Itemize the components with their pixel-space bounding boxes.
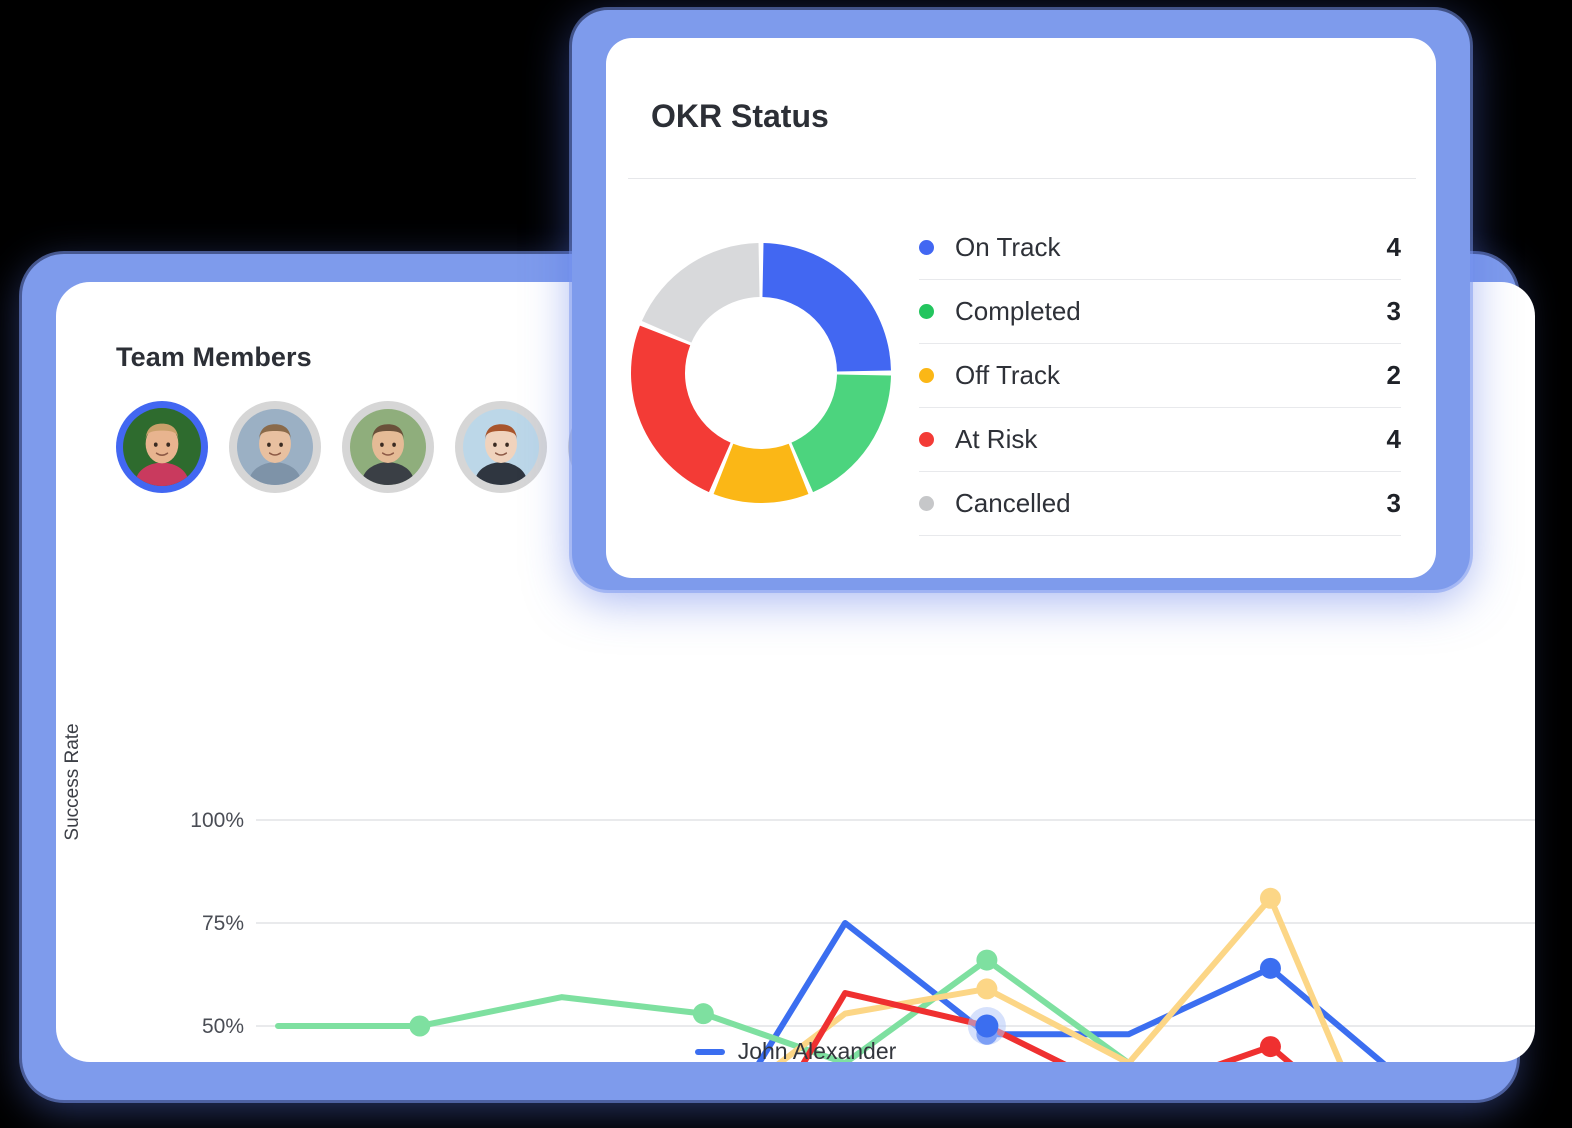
okr-status-dot-icon xyxy=(919,496,934,511)
okr-card-divider xyxy=(628,178,1416,179)
donut-segment[interactable] xyxy=(713,443,809,504)
okr-status-legend: On Track 4 Completed 3 Off Track 2 At Risk 4 Can… xyxy=(919,216,1401,536)
okr-status-count: 2 xyxy=(1386,360,1401,390)
team-member-avatar[interactable] xyxy=(116,401,208,493)
avatar xyxy=(350,409,426,485)
chart-data-point[interactable] xyxy=(409,1015,431,1037)
chart-highlighted-data-point[interactable] xyxy=(975,1014,999,1038)
okr-status-label: At Risk xyxy=(955,424,1038,454)
chart-y-tick-label: 75% xyxy=(202,912,244,935)
okr-status-count: 3 xyxy=(1386,296,1401,326)
okr-status-row[interactable]: Off Track 2 xyxy=(919,344,1401,408)
okr-status-title: OKR Status xyxy=(651,98,829,134)
donut-segment[interactable] xyxy=(762,243,891,372)
donut-segment[interactable] xyxy=(641,243,760,343)
okr-status-dot-icon xyxy=(919,368,934,383)
screenshot-stage: Team Members 025%50%75%100% February 6Fe… xyxy=(0,0,1572,1128)
okr-donut-chart xyxy=(616,228,906,523)
avatar xyxy=(237,409,313,485)
chart-legend-swatch xyxy=(694,1048,725,1055)
okr-status-row[interactable]: Completed 3 xyxy=(919,280,1401,344)
okr-status-label: Cancelled xyxy=(955,488,1071,518)
okr-status-count: 4 xyxy=(1386,424,1401,454)
okr-status-count: 4 xyxy=(1386,232,1401,262)
chart-legend: John Alexander xyxy=(56,1038,1535,1062)
okr-status-dot-icon xyxy=(919,432,934,447)
okr-status-window: OKR Status On Track 4 Completed 3 Off Track 2… xyxy=(572,10,1470,590)
chart-y-tick-label: 100% xyxy=(190,809,244,832)
chart-data-point[interactable] xyxy=(1259,957,1281,979)
team-member-avatar[interactable] xyxy=(455,401,547,493)
chart-data-point[interactable] xyxy=(1259,887,1281,909)
okr-status-dot-icon xyxy=(919,240,934,255)
okr-status-dot-icon xyxy=(919,304,934,319)
team-member-avatar[interactable] xyxy=(342,401,434,493)
avatar xyxy=(463,409,539,485)
chart-y-axis-title: Success Rate xyxy=(62,723,83,840)
team-member-avatar[interactable] xyxy=(229,401,321,493)
okr-status-row[interactable]: On Track 4 xyxy=(919,216,1401,280)
okr-status-label: Off Track xyxy=(955,360,1060,390)
okr-status-count: 3 xyxy=(1386,488,1401,518)
chart-y-axis-ticks: 025%50%75%100% xyxy=(190,809,244,1038)
avatar xyxy=(123,408,201,486)
okr-status-label: On Track xyxy=(955,232,1061,262)
chart-data-point[interactable] xyxy=(976,949,998,971)
okr-status-label: Completed xyxy=(955,296,1081,326)
okr-status-row[interactable]: Cancelled 3 xyxy=(919,472,1401,536)
okr-donut-svg[interactable] xyxy=(616,228,906,518)
chart-series[interactable] xyxy=(275,887,1535,1062)
okr-status-row[interactable]: At Risk 4 xyxy=(919,408,1401,472)
chart-data-point[interactable] xyxy=(976,978,998,1000)
chart-data-point[interactable] xyxy=(692,1003,714,1025)
okr-status-card: OKR Status On Track 4 Completed 3 Off Track 2… xyxy=(606,38,1436,578)
donut-segment[interactable] xyxy=(631,325,731,493)
chart-y-tick-label: 50% xyxy=(202,1015,244,1038)
chart-legend-label: John Alexander xyxy=(737,1038,897,1062)
donut-segment[interactable] xyxy=(791,374,891,493)
